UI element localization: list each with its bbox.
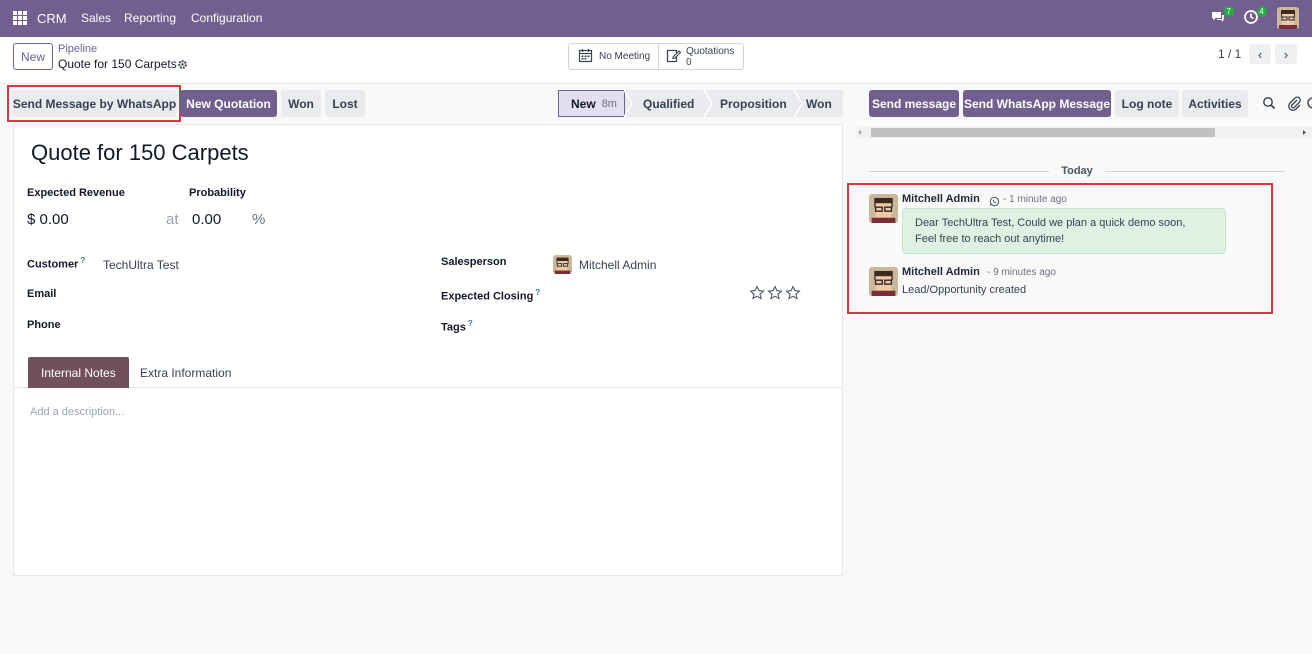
percent-sign: % (252, 211, 266, 228)
follow-icon[interactable] (1306, 96, 1312, 110)
smart-button-meeting[interactable]: No Meeting (568, 43, 659, 70)
log-note-button[interactable]: Log note (1115, 90, 1179, 117)
expected-revenue-label: Expected Revenue (27, 187, 125, 199)
customer-label-text: Customer (27, 258, 79, 271)
chatter-horizontal-scrollbar[interactable] (857, 125, 1312, 138)
help-icon[interactable]: ? (80, 256, 85, 265)
messages-badge: 7 (1223, 6, 1234, 17)
customer-field[interactable]: TechUltra Test (103, 258, 179, 272)
salesperson-field[interactable]: Mitchell Admin (579, 258, 656, 272)
activities-button[interactable]: Activities (1182, 90, 1248, 117)
smart-quotations-label: Quotations (686, 45, 735, 57)
edit-document-icon (666, 48, 682, 66)
won-button[interactable]: Won (281, 90, 321, 117)
notebook-tabs: Internal Notes Extra Information (14, 357, 842, 388)
tab-extra-information[interactable]: Extra Information (127, 357, 244, 388)
breadcrumb-pipeline[interactable]: Pipeline (58, 43, 97, 55)
priority-star-icon[interactable] (767, 285, 783, 301)
highlight-box-whatsapp (7, 85, 181, 122)
stage-duration: 8m (601, 97, 617, 110)
help-icon[interactable]: ? (535, 288, 540, 297)
top-navbar: CRM Sales Reporting Configuration 7 4 (0, 0, 1312, 37)
gear-icon[interactable] (177, 57, 188, 69)
expected-revenue-field[interactable]: $ 0.00 (27, 211, 69, 228)
help-icon[interactable]: ? (468, 319, 473, 328)
control-panel: New Pipeline Quote for 150 Carpets No Me… (0, 37, 1312, 84)
tags-label-text: Tags (441, 321, 466, 334)
expected-closing-label: Expected Closing? (441, 288, 540, 303)
stage-separators (624, 90, 803, 117)
probability-field[interactable]: 0.00 (192, 211, 221, 228)
pager-previous-button[interactable]: ‹ (1249, 44, 1271, 64)
customer-label: Customer? (27, 256, 85, 271)
today-label: Today (1061, 165, 1093, 177)
search-icon[interactable] (1262, 96, 1276, 115)
priority-star-icon[interactable] (785, 285, 801, 301)
activities-clock-icon[interactable]: 4 (1243, 6, 1267, 27)
activities-badge: 4 (1256, 6, 1267, 17)
pager-next-button[interactable]: › (1275, 44, 1297, 64)
lost-button[interactable]: Lost (325, 90, 365, 117)
description-placeholder[interactable]: Add a description... (30, 406, 124, 418)
new-quotation-button[interactable]: New Quotation (180, 90, 277, 117)
stage-label: New (571, 96, 596, 111)
phone-field[interactable] (103, 319, 403, 333)
date-separator: Today (869, 165, 1286, 177)
smart-meeting-label: No Meeting (599, 51, 651, 62)
pager-value: 1 / 1 (1218, 47, 1242, 61)
highlight-box-messages (847, 183, 1273, 314)
messages-icon[interactable]: 7 (1210, 6, 1234, 27)
priority-star-icon[interactable] (749, 285, 765, 301)
form-sheet: Quote for 150 Carpets Expected Revenue $… (13, 124, 843, 576)
stage-new[interactable]: New 8m (558, 90, 625, 117)
apps-menu-icon[interactable] (13, 11, 27, 25)
tab-internal-notes[interactable]: Internal Notes (28, 357, 129, 388)
new-record-button[interactable]: New (13, 43, 53, 70)
smart-quotations-count: 0 (686, 56, 692, 68)
phone-label: Phone (27, 319, 61, 331)
calendar-icon (578, 48, 593, 66)
email-field[interactable] (103, 288, 403, 302)
salesperson-label: Salesperson (441, 256, 507, 268)
salesperson-avatar (553, 255, 572, 274)
chevron-left-icon: ‹ (1257, 46, 1263, 62)
opportunity-title[interactable]: Quote for 150 Carpets (31, 140, 249, 166)
expected-closing-label-text: Expected Closing (441, 290, 534, 303)
expected-closing-field[interactable] (544, 288, 744, 302)
email-label: Email (27, 288, 57, 300)
paperclip-icon[interactable] (1287, 95, 1301, 116)
at-separator: at (166, 211, 179, 228)
smart-button-quotations[interactable]: Quotations 0 (658, 43, 744, 70)
send-whatsapp-message-chatter-button[interactable]: Send WhatsApp Message (963, 90, 1111, 117)
user-avatar[interactable] (1277, 7, 1299, 29)
app-brand[interactable]: CRM (37, 11, 67, 26)
menu-sales[interactable]: Sales (81, 11, 111, 25)
tags-label: Tags? (441, 319, 473, 334)
send-message-button[interactable]: Send message (869, 90, 959, 117)
probability-label: Probability (189, 187, 246, 199)
menu-configuration[interactable]: Configuration (191, 11, 262, 25)
breadcrumb-current: Quote for 150 Carpets (58, 57, 177, 71)
menu-reporting[interactable]: Reporting (124, 11, 176, 25)
chevron-right-icon: › (1283, 46, 1289, 62)
